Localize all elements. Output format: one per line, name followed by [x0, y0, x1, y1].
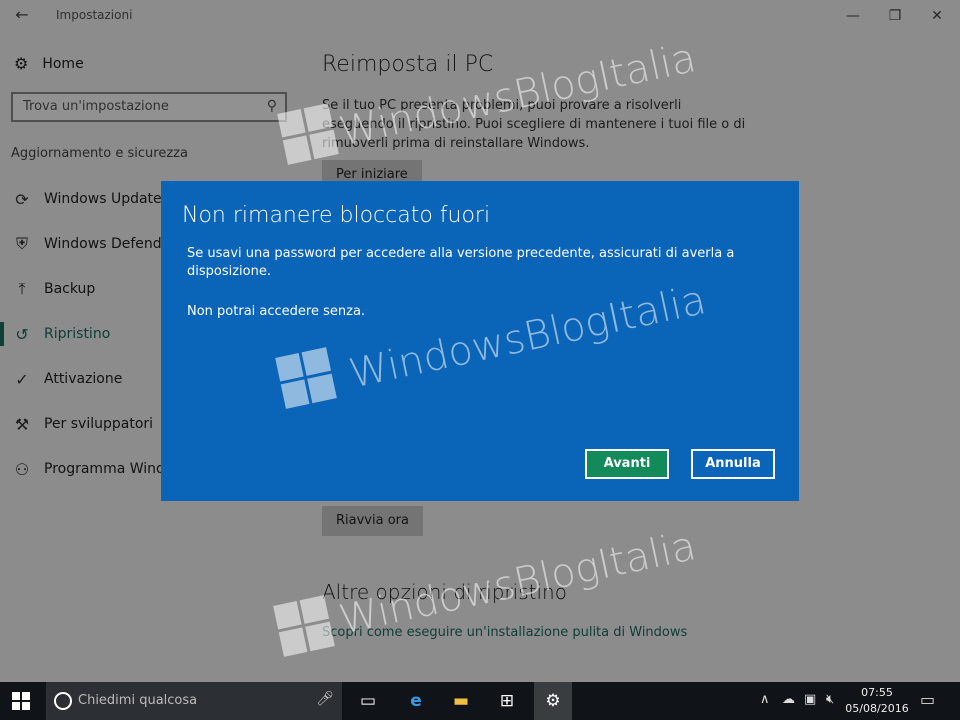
taskbar-search-placeholder: Chiedimi qualcosa — [78, 693, 198, 708]
chevron-up-icon[interactable]: ∧ — [760, 692, 770, 707]
settings-gear-icon[interactable]: ⚙ — [540, 688, 566, 714]
clock-time: 07:55 — [861, 686, 893, 699]
store-icon[interactable]: ⊞ — [494, 688, 520, 714]
watermark-logo — [277, 103, 339, 165]
watermark-logo — [275, 347, 337, 409]
dialog-message: Se usavi una password per accedere alla … — [187, 246, 735, 279]
notification-icon[interactable]: ▭ — [920, 690, 935, 709]
start-button[interactable] — [12, 692, 30, 710]
next-button[interactable]: Avanti — [585, 449, 669, 479]
cloud-icon[interactable]: ☁ — [782, 692, 795, 707]
microphone-icon[interactable]: 🎤︎ — [316, 691, 334, 707]
network-icon[interactable]: ▣ — [804, 692, 816, 707]
system-clock[interactable]: 07:55 05/08/2016 — [844, 685, 910, 717]
dialog-title: Non rimanere bloccato fuori — [182, 203, 491, 228]
clock-date: 05/08/2016 — [845, 702, 909, 715]
taskbar-search[interactable]: Chiedimi qualcosa 🎤︎ — [46, 682, 342, 720]
taskbar: Chiedimi qualcosa 🎤︎ ▭ e ▬ ⊞ ⚙ ∧ ☁ ▣ 🔇︎ … — [0, 682, 960, 720]
cancel-button[interactable]: Annulla — [691, 449, 775, 479]
edge-icon[interactable]: e — [403, 688, 429, 714]
watermark-logo — [273, 595, 335, 657]
cortana-icon — [54, 692, 72, 710]
task-view-icon[interactable]: ▭ — [355, 688, 381, 714]
volume-mute-icon[interactable]: 🔇︎ — [826, 692, 834, 707]
file-explorer-icon[interactable]: ▬ — [448, 688, 474, 714]
